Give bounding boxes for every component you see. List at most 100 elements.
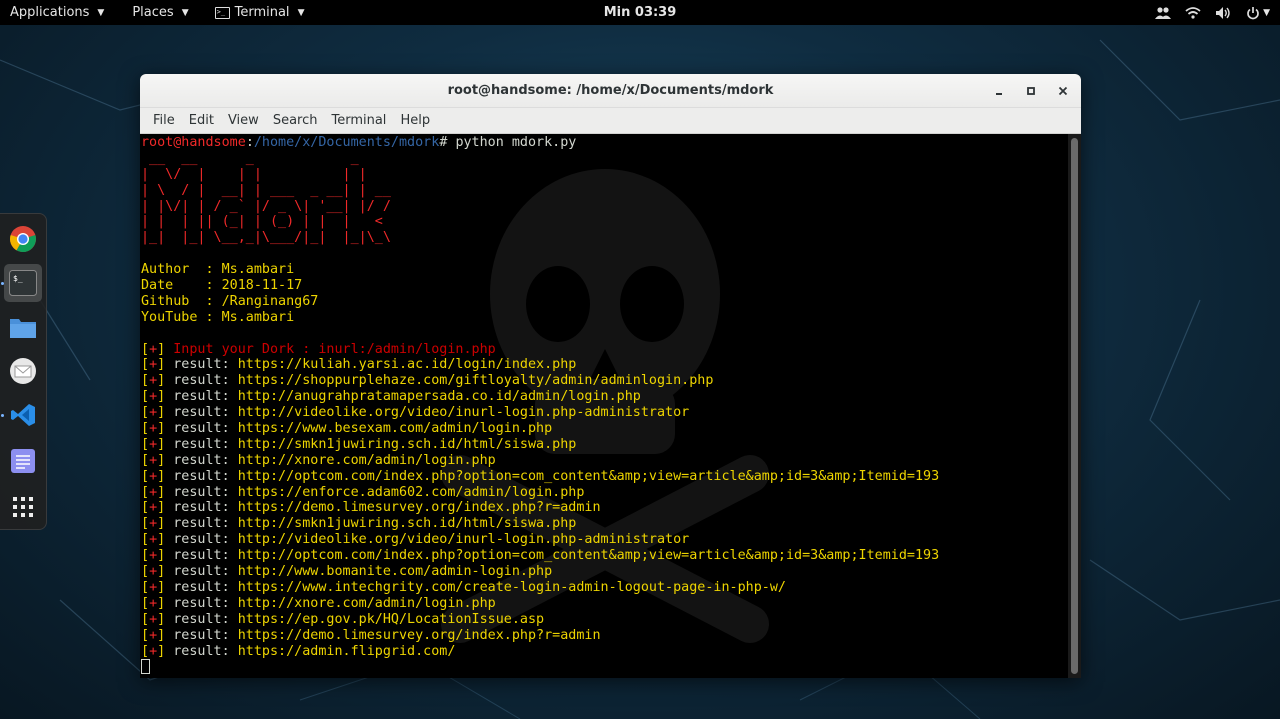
dock-vscode[interactable] — [4, 396, 42, 434]
people-icon[interactable] — [1155, 6, 1172, 20]
result-label: result: — [165, 548, 238, 564]
result-label: result: — [165, 500, 238, 516]
result-line: [+] result: http://optcom.com/index.php?… — [141, 548, 940, 564]
terminal-app-menu[interactable]: >_ Terminal ▼ — [205, 0, 315, 25]
result-label: result: — [165, 357, 238, 373]
title-bar[interactable]: root@handsome: /home/x/Documents/mdork — [140, 74, 1081, 108]
logo-line: | \/ | | | | | — [141, 166, 391, 182]
result-label: result: — [165, 611, 238, 627]
terminal-icon: $_ — [9, 270, 37, 296]
places-menu[interactable]: Places ▼ — [122, 0, 198, 25]
logo-line: | |\/| | / _` |/ _ \| '__| |/ / — [141, 198, 391, 214]
logo-line: | | | || (_| | (_) | | | < — [141, 214, 391, 230]
result-url: http://smkn1juwiring.sch.id/html/siswa.p… — [237, 516, 577, 532]
result-line: [+] result: https://demo.limesurvey.org/… — [141, 627, 601, 643]
dock-mail[interactable] — [4, 352, 42, 390]
info-value: Ms.ambari — [221, 309, 295, 325]
result-label: result: — [165, 532, 238, 548]
dock: $_ — [0, 213, 47, 530]
result-line: [+] result: http://videolike.org/video/i… — [141, 405, 690, 421]
result-line: [+] result: https://kuliah.yarsi.ac.id/l… — [141, 357, 577, 373]
prompt-line: root@handsome:/home/x/Documents/mdork# p… — [141, 135, 1068, 151]
close-button[interactable] — [1055, 83, 1071, 99]
minimize-button[interactable] — [991, 83, 1007, 99]
result-url: https://shoppurplehaze.com/giftloyalty/a… — [237, 373, 714, 389]
chevron-down-icon: ▼ — [181, 7, 189, 18]
chrome-icon — [10, 226, 36, 253]
result-url: http://xnore.com/admin/login.php — [237, 452, 496, 468]
result-line: [+] result: https://www.intechgrity.com/… — [141, 579, 786, 595]
result-line: [+] result: http://xnore.com/admin/login… — [141, 452, 496, 468]
menu-bar: File Edit View Search Terminal Help — [140, 108, 1081, 134]
menu-search[interactable]: Search — [266, 113, 325, 128]
dock-chrome[interactable] — [4, 220, 42, 258]
menu-terminal[interactable]: Terminal — [324, 113, 393, 128]
info-label: Author : — [141, 262, 222, 278]
window-title: root@handsome: /home/x/Documents/mdork — [447, 83, 774, 98]
power-menu[interactable]: ▼ — [1246, 6, 1270, 20]
chevron-down-icon: ▼ — [297, 7, 305, 18]
result-line: [+] result: https://www.besexam.com/admi… — [141, 421, 553, 437]
app-grid-icon — [13, 497, 33, 517]
command: python mdork.py — [455, 135, 577, 150]
cursor-line — [141, 659, 1068, 675]
text-cursor — [141, 659, 150, 675]
result-label: result: — [165, 579, 238, 595]
info-line: Date : 2018-11-17 — [141, 278, 1068, 294]
dock-terminal[interactable]: $_ — [4, 264, 42, 302]
result-label: result: — [165, 516, 238, 532]
system-tray[interactable]: ▼ — [1155, 0, 1270, 25]
dork-input-text: Input your Dork : inurl:/admin/login.php — [173, 341, 496, 357]
dock-files[interactable] — [4, 308, 42, 346]
terminal-output[interactable]: root@handsome:/home/x/Documents/mdork# p… — [140, 134, 1068, 678]
results-list: [+] result: https://kuliah.yarsi.ac.id/l… — [141, 357, 1068, 659]
volume-icon[interactable] — [1215, 6, 1232, 20]
result-label: result: — [165, 452, 238, 468]
files-icon — [10, 319, 36, 338]
scrollbar-thumb[interactable] — [1071, 138, 1078, 674]
result-url: http://optcom.com/index.php?option=com_c… — [237, 548, 940, 564]
dock-text-editor[interactable] — [4, 442, 42, 480]
applications-label: Applications — [10, 5, 90, 20]
result-url: http://videolike.org/video/inurl-login.p… — [237, 532, 690, 548]
chevron-down-icon: ▼ — [1263, 7, 1270, 18]
info-line: YouTube : Ms.ambari — [141, 310, 1068, 326]
result-line: [+] result: http://anugrahpratamapersada… — [141, 389, 641, 405]
result-label: result: — [165, 595, 238, 611]
menu-view[interactable]: View — [221, 113, 266, 128]
info-label: Github : — [141, 293, 222, 309]
ascii-logo: __ __ _ _ | \/ | | | | | | \ / | __| | _… — [141, 151, 1068, 246]
svg-text:$_: $_ — [13, 274, 23, 283]
result-label: result: — [165, 421, 238, 437]
result-url: https://enforce.adam602.com/admin/login.… — [237, 484, 585, 500]
scrollbar[interactable] — [1068, 134, 1081, 678]
result-label: result: — [165, 468, 238, 484]
menu-edit[interactable]: Edit — [182, 113, 221, 128]
dock-show-apps[interactable] — [4, 488, 42, 526]
terminal-window: root@handsome: /home/x/Documents/mdork F… — [140, 74, 1081, 678]
maximize-button[interactable] — [1023, 83, 1039, 99]
wifi-icon[interactable] — [1185, 6, 1201, 19]
result-label: result: — [165, 405, 238, 421]
result-url: http://optcom.com/index.php?option=com_c… — [237, 468, 940, 484]
applications-menu[interactable]: Applications ▼ — [0, 0, 114, 25]
result-url: https://admin.flipgrid.com/ — [237, 643, 456, 659]
menu-file[interactable]: File — [146, 113, 182, 128]
result-label: result: — [165, 484, 238, 500]
info-value: 2018-11-17 — [221, 278, 303, 294]
mail-icon — [10, 358, 36, 384]
logo-line: |_| |_| \__,_|\___/|_| |_|\_\ — [141, 230, 391, 246]
info-value: Ms.ambari — [221, 262, 295, 278]
menu-help[interactable]: Help — [393, 113, 437, 128]
result-line: [+] result: http://xnore.com/admin/login… — [141, 595, 496, 611]
logo-line: __ __ _ _ — [141, 150, 391, 166]
prompt-hash: # — [439, 135, 456, 150]
result-label: result: — [165, 373, 238, 389]
result-line: [+] result: https://ep.gov.pk/HQ/Locatio… — [141, 611, 545, 627]
result-line: [+] result: http://optcom.com/index.php?… — [141, 468, 940, 484]
close-icon — [1058, 86, 1068, 96]
result-line: [+] result: http://smkn1juwiring.sch.id/… — [141, 516, 577, 532]
dork-input-line: [+] Input your Dork : inurl:/admin/login… — [141, 341, 496, 357]
result-line: [+] result: https://demo.limesurvey.org/… — [141, 500, 601, 516]
result-url: https://ep.gov.pk/HQ/LocationIssue.asp — [237, 611, 545, 627]
